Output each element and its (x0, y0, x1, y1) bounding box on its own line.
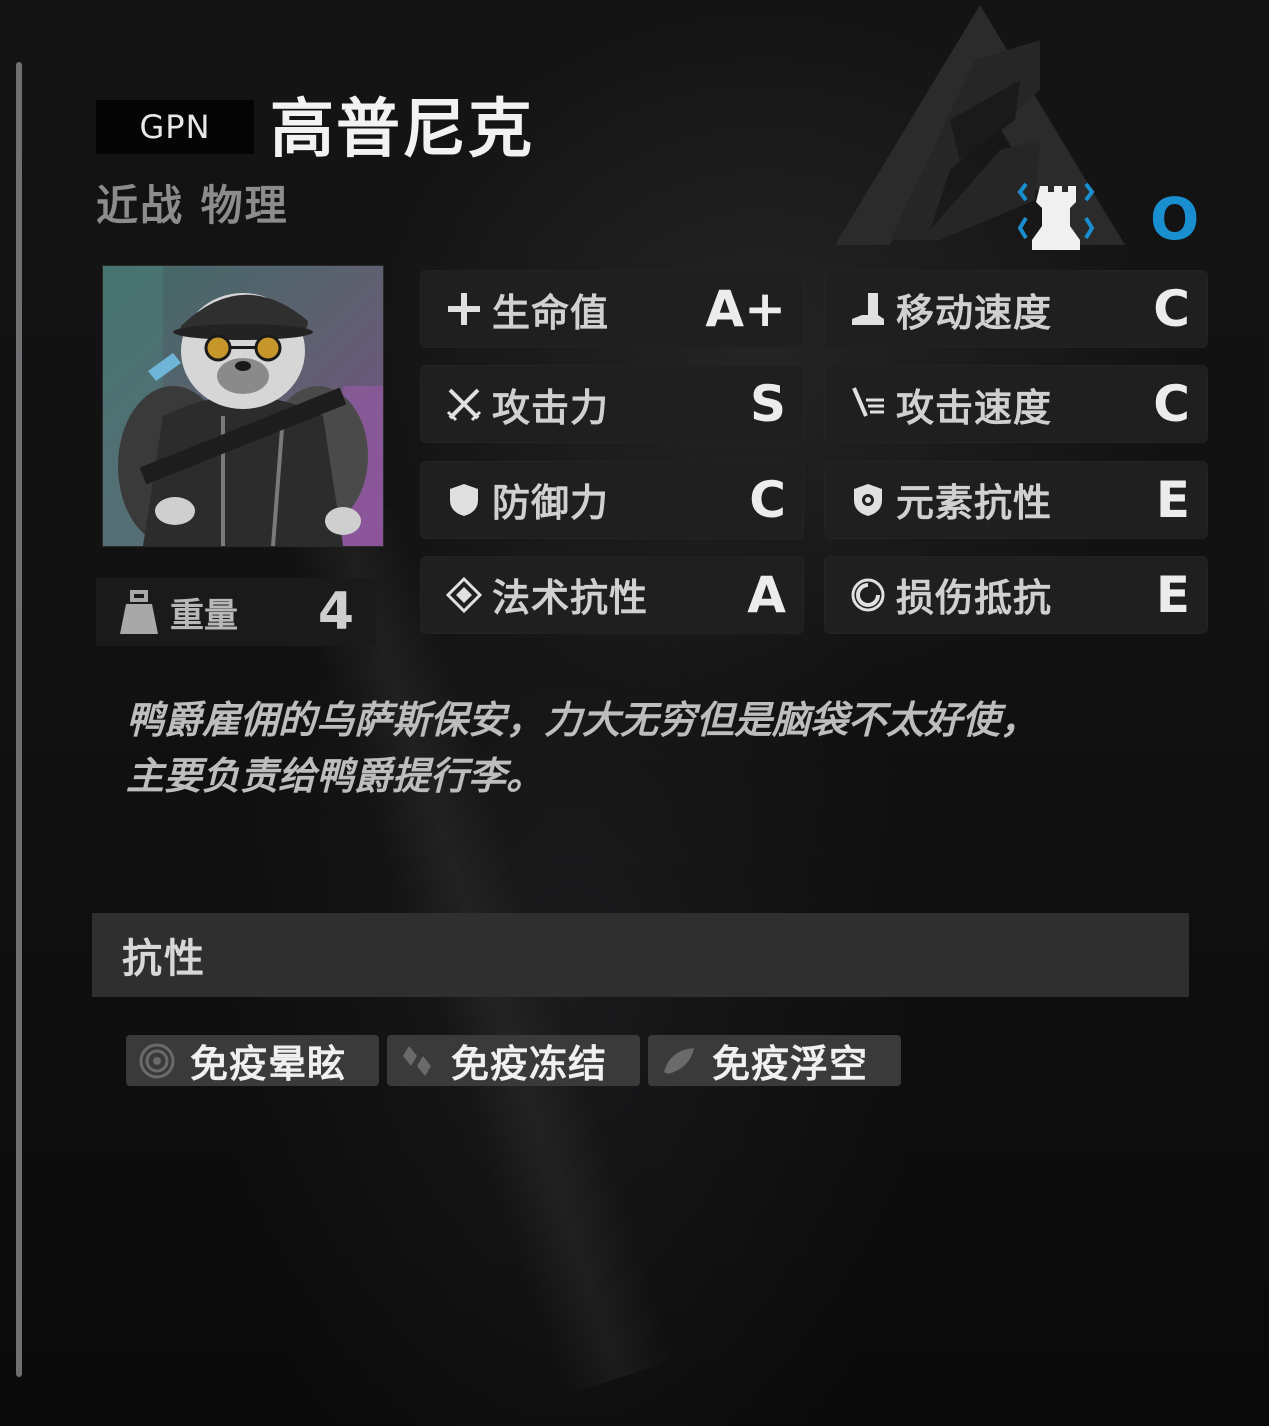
stat-label: 元素抗性 (896, 481, 1053, 525)
stats-grid: 生命值 A+ 移动速度 C 攻击力 S 攻击速度 C 防御力 C 元素抗性 E (420, 270, 1208, 634)
stat-label: 防御力 (492, 481, 610, 525)
resistance-section-header: 抗性 (92, 913, 1189, 997)
stat-grade: A+ (705, 280, 786, 338)
stat-element-resistance: 元素抗性 E (824, 460, 1208, 539)
description-line: 鸭爵雇佣的乌萨斯保安，力大无穷但是脑袋不太好使， (126, 698, 1039, 742)
shield-icon (446, 482, 482, 518)
stat-hp: 生命值 A+ (420, 270, 804, 348)
stat-grade: C (1153, 280, 1190, 338)
feather-icon (664, 1047, 694, 1074)
stat-label: 生命值 (492, 290, 610, 335)
stat-label: 法术抗性 (492, 576, 649, 621)
enemy-name: 高普尼克 (270, 93, 534, 167)
enemy-type: 近战 物理 (96, 181, 289, 230)
level-indicator: O (1150, 185, 1200, 253)
stat-grade: A (747, 565, 786, 624)
stat-label: 攻击力 (492, 385, 610, 430)
immunity-label: 免疫晕眩 (190, 1042, 347, 1086)
stat-move-speed: 移动速度 C (824, 270, 1208, 348)
rook-icon (1017, 182, 1095, 250)
element-shield-icon (850, 482, 886, 518)
weight-value: 4 (317, 582, 354, 642)
enemy-description: 鸭爵雇佣的乌萨斯保安，力大无穷但是脑袋不太好使， 主要负责给鸭爵提行李。 (126, 692, 1186, 804)
immunity-stun[interactable]: 免疫晕眩 (126, 1035, 379, 1086)
weight-icon (120, 590, 158, 634)
stat-label: 攻击速度 (896, 385, 1053, 430)
stat-grade: E (1155, 470, 1190, 529)
stat-arts-resistance: 法术抗性 A (420, 555, 804, 634)
enemy-code-badge: GPN (96, 100, 254, 154)
immunity-label: 免疫冻结 (451, 1042, 608, 1086)
stat-grade: E (1155, 565, 1190, 624)
crossed-swords-icon (446, 386, 482, 422)
diamond-icon (446, 576, 482, 613)
immunity-freeze[interactable]: 免疫冻结 (387, 1035, 640, 1086)
immunity-levitate[interactable]: 免疫浮空 (648, 1035, 901, 1086)
section-title: 抗性 (122, 936, 206, 982)
description-line: 主要负责给鸭爵提行李。 (126, 754, 545, 798)
weight-panel: 重量 4 (96, 578, 376, 646)
seal-bodyguard-portrait (103, 266, 383, 546)
stat-defense: 防御力 C (420, 460, 804, 539)
weight-label: 重量 (170, 595, 238, 636)
enemy-portrait (102, 265, 384, 547)
ring-icon (850, 577, 886, 613)
stat-attack: 攻击力 S (420, 365, 804, 444)
boot-icon (850, 291, 886, 327)
spiral-icon (139, 1043, 175, 1078)
stat-grade: C (749, 470, 786, 529)
stat-label: 损伤抵抗 (896, 576, 1053, 621)
ice-icon (403, 1045, 431, 1076)
stat-label: 移动速度 (896, 290, 1053, 335)
stat-damage-resistance: 损伤抵抗 E (824, 555, 1208, 634)
sword-speed-icon (850, 386, 886, 422)
stat-grade: S (749, 375, 786, 434)
scrollbar[interactable] (16, 62, 22, 1377)
immunity-label: 免疫浮空 (712, 1042, 869, 1086)
stat-attack-speed: 攻击速度 C (824, 365, 1208, 444)
stat-grade: C (1153, 375, 1190, 434)
immunity-list: 免疫晕眩 免疫冻结 免疫浮空 (126, 1035, 901, 1086)
plus-icon (446, 291, 482, 327)
